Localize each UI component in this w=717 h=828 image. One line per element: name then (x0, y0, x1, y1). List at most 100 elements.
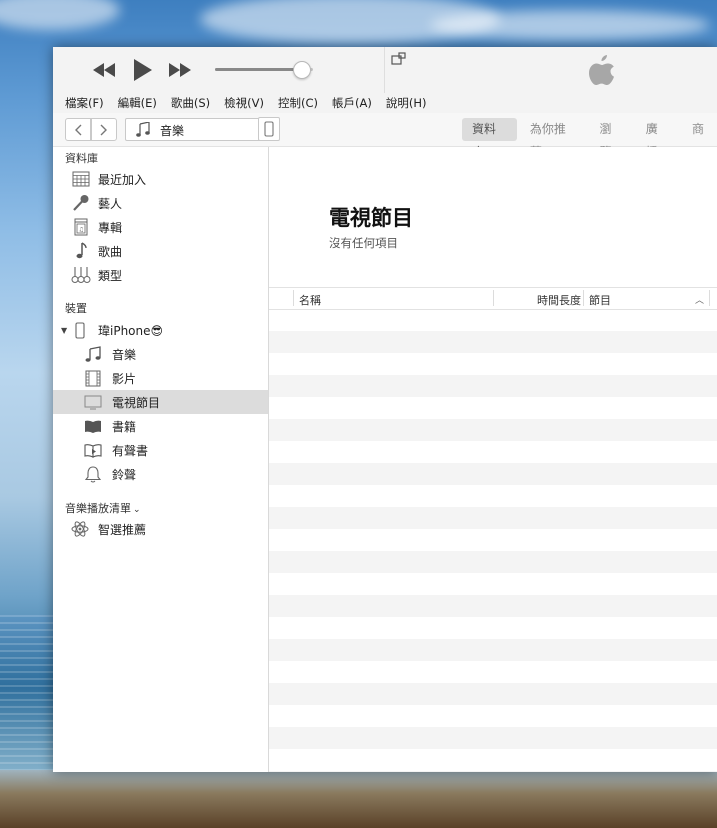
disclosure-triangle-icon[interactable]: ▼ (61, 326, 67, 335)
sidebar-item-artists[interactable]: 藝人 (53, 191, 268, 215)
titlebar-divider (384, 47, 385, 93)
table-row (269, 551, 717, 573)
sidebar-item-label: 鈴聲 (112, 467, 137, 482)
sidebar-item-device-tones[interactable]: 鈴聲 (53, 462, 268, 486)
main-content: 電視節目 沒有任何項目 名稱 時間長度 節目 ︿ (269, 147, 717, 772)
menu-account[interactable]: 帳戶(A) (332, 95, 372, 111)
table-row (269, 727, 717, 749)
table-row (269, 309, 717, 331)
sidebar-item-device-music[interactable]: 音樂 (53, 342, 268, 366)
table-row (269, 771, 717, 772)
tab-bar: 資料庫 為你推薦 瀏覽 廣播 商 (462, 118, 717, 159)
book-icon (83, 416, 103, 436)
sidebar-item-device-audiobooks[interactable]: 有聲書 (53, 438, 268, 462)
film-icon (83, 368, 103, 388)
sidebar-item-label: 音樂 (112, 347, 137, 362)
sidebar-device-iphone[interactable]: ▼ 瑋iPhone😎 (53, 318, 268, 342)
sidebar-item-label: 歌曲 (98, 244, 123, 259)
menu-controls[interactable]: 控制(C) (278, 95, 318, 111)
playlists-section-label: 音樂播放清單 (65, 502, 131, 515)
tab-browse[interactable]: 瀏覽 (589, 118, 632, 159)
column-separator (293, 290, 294, 306)
playlists-section-title[interactable]: 音樂播放清單 ⌄ (65, 500, 141, 516)
rewind-icon (93, 63, 115, 77)
media-kind-select[interactable]: 音樂 ︿﹀ (125, 118, 279, 141)
column-separator (583, 290, 584, 306)
page-title: 電視節目 (329, 206, 413, 230)
iphone-icon (264, 121, 274, 137)
table-row (269, 749, 717, 771)
page-subtitle: 沒有任何項目 (329, 236, 398, 250)
table-row (269, 573, 717, 595)
sidebar-item-label: 智選推薦 (98, 522, 147, 537)
player-bar (53, 47, 717, 93)
sidebar-item-songs[interactable]: 歌曲 (53, 239, 268, 263)
table-row (269, 375, 717, 397)
menu-edit[interactable]: 編輯(E) (118, 95, 157, 111)
sidebar-item-label: 專輯 (98, 220, 123, 235)
table-row (269, 705, 717, 727)
column-header-show[interactable]: 節目 (589, 292, 611, 308)
devices-section-title: 裝置 (65, 302, 87, 315)
sidebar-item-label: 最近加入 (98, 172, 147, 187)
sidebar-item-device-tv-shows[interactable]: 電視節目 (53, 390, 268, 414)
sidebar-item-recently-added[interactable]: 最近加入 (53, 167, 268, 191)
tab-library[interactable]: 資料庫 (462, 118, 517, 159)
column-separator (493, 290, 494, 306)
table-row (269, 617, 717, 639)
tab-for-you[interactable]: 為你推薦 (520, 118, 587, 159)
bell-icon (83, 464, 103, 484)
table-row (269, 463, 717, 485)
menu-file[interactable]: 檔案(F) (65, 95, 104, 111)
svg-text:♫: ♫ (79, 227, 84, 234)
rewind-button[interactable] (91, 58, 117, 82)
sidebar-item-device-books[interactable]: 書籍 (53, 414, 268, 438)
sidebar-item-label: 藝人 (98, 196, 123, 211)
microphone-icon (71, 193, 91, 213)
menu-help[interactable]: 說明(H) (386, 95, 427, 111)
sidebar-item-genius[interactable]: 智選推薦 (53, 517, 268, 541)
volume-slider[interactable] (215, 61, 313, 79)
table-row (269, 441, 717, 463)
sidebar-item-label: 類型 (98, 268, 123, 283)
table-row (269, 507, 717, 529)
audiobook-icon (83, 440, 103, 460)
fast-forward-button[interactable] (167, 58, 193, 82)
miniplayer-button[interactable] (389, 51, 409, 67)
menu-view[interactable]: 檢視(V) (224, 95, 264, 111)
tab-store[interactable]: 商 (682, 118, 714, 141)
menu-bar: 檔案(F) 編輯(E) 歌曲(S) 檢視(V) 控制(C) 帳戶(A) 說明(H… (53, 93, 717, 113)
music-notes-icon (83, 344, 103, 364)
column-header-duration[interactable]: 時間長度 (537, 292, 581, 308)
chevron-down-icon: ⌄ (133, 505, 141, 515)
track-table-body (269, 309, 717, 772)
play-button[interactable] (131, 58, 155, 82)
media-kind-label: 音樂 (160, 124, 185, 138)
sidebar: 資料庫 最近加入 藝人 ♫ 專輯 歌曲 類型 裝置 ▼ 瑋iPhone😎 音樂 … (53, 147, 269, 772)
music-note-icon (136, 122, 150, 137)
tab-radio[interactable]: 廣播 (636, 118, 679, 159)
table-row (269, 683, 717, 705)
guitars-icon (71, 265, 91, 285)
apple-logo (587, 55, 617, 85)
sidebar-item-genres[interactable]: 類型 (53, 263, 268, 287)
column-separator (709, 290, 710, 306)
column-header-name[interactable]: 名稱 (299, 292, 321, 308)
beach (0, 770, 717, 828)
sidebar-item-label: 電視節目 (112, 395, 161, 410)
device-name: 瑋iPhone😎 (98, 323, 164, 338)
sort-ascending-icon[interactable]: ︿ (695, 293, 704, 306)
sidebar-item-label: 有聲書 (112, 443, 149, 458)
device-button[interactable] (258, 117, 280, 141)
sidebar-item-label: 書籍 (112, 419, 137, 434)
sidebar-item-albums[interactable]: ♫ 專輯 (53, 215, 268, 239)
back-button[interactable] (65, 118, 91, 141)
table-row (269, 639, 717, 661)
genius-atom-icon (70, 519, 90, 539)
menu-song[interactable]: 歌曲(S) (171, 95, 210, 111)
volume-slider-knob[interactable] (293, 61, 312, 79)
calendar-grid-icon (71, 169, 91, 189)
sidebar-item-device-movies[interactable]: 影片 (53, 366, 268, 390)
forward-button[interactable] (91, 118, 117, 141)
table-row (269, 331, 717, 353)
